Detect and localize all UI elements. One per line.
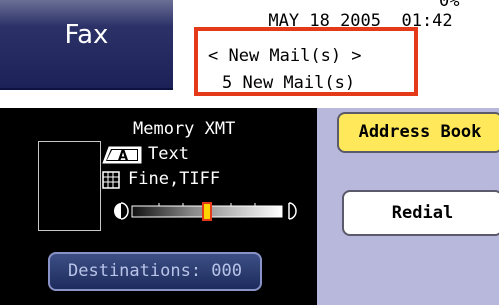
transmit-mode: Memory XMT — [133, 119, 236, 139]
contrast-dark-icon — [288, 202, 297, 220]
address-book-button[interactable]: Address Book — [337, 112, 499, 153]
page-title: Fax — [64, 20, 109, 50]
original-type: Text — [148, 144, 189, 164]
original-preview — [38, 141, 101, 231]
header-bar: Fax MAY 18 2005 01:42 0% < New Mail(s) >… — [0, 0, 499, 106]
redial-button[interactable]: Redial — [342, 190, 499, 236]
fax-screen: Fax MAY 18 2005 01:42 0% < New Mail(s) >… — [0, 0, 499, 305]
resolution-grid-icon — [102, 171, 120, 189]
settings-panel: Memory XMT A Text Fine,TIFF Destinations… — [0, 108, 317, 305]
mode-tab: Fax — [0, 0, 173, 90]
contrast-slider-thumb[interactable] — [202, 202, 212, 221]
destinations-button[interactable]: Destinations: 000 — [48, 252, 262, 291]
new-mail-notice: < New Mail(s) > 5 New Mail(s) — [194, 27, 418, 96]
new-mail-heading: < New Mail(s) > — [208, 46, 362, 66]
resolution-setting: Fine,TIFF — [128, 169, 221, 189]
text-mode-icon: A — [102, 146, 142, 164]
text-mode-icon-letter: A — [118, 149, 128, 164]
memory-percent: 0% — [439, 0, 460, 11]
action-panel: Address Book Redial — [317, 108, 499, 305]
status-line: MAY 18 2005 01:42 0% — [207, 0, 499, 31]
contrast-light-icon — [114, 202, 129, 220]
new-mail-count: 5 New Mail(s) — [222, 73, 356, 93]
contrast-slider[interactable] — [113, 199, 303, 223]
